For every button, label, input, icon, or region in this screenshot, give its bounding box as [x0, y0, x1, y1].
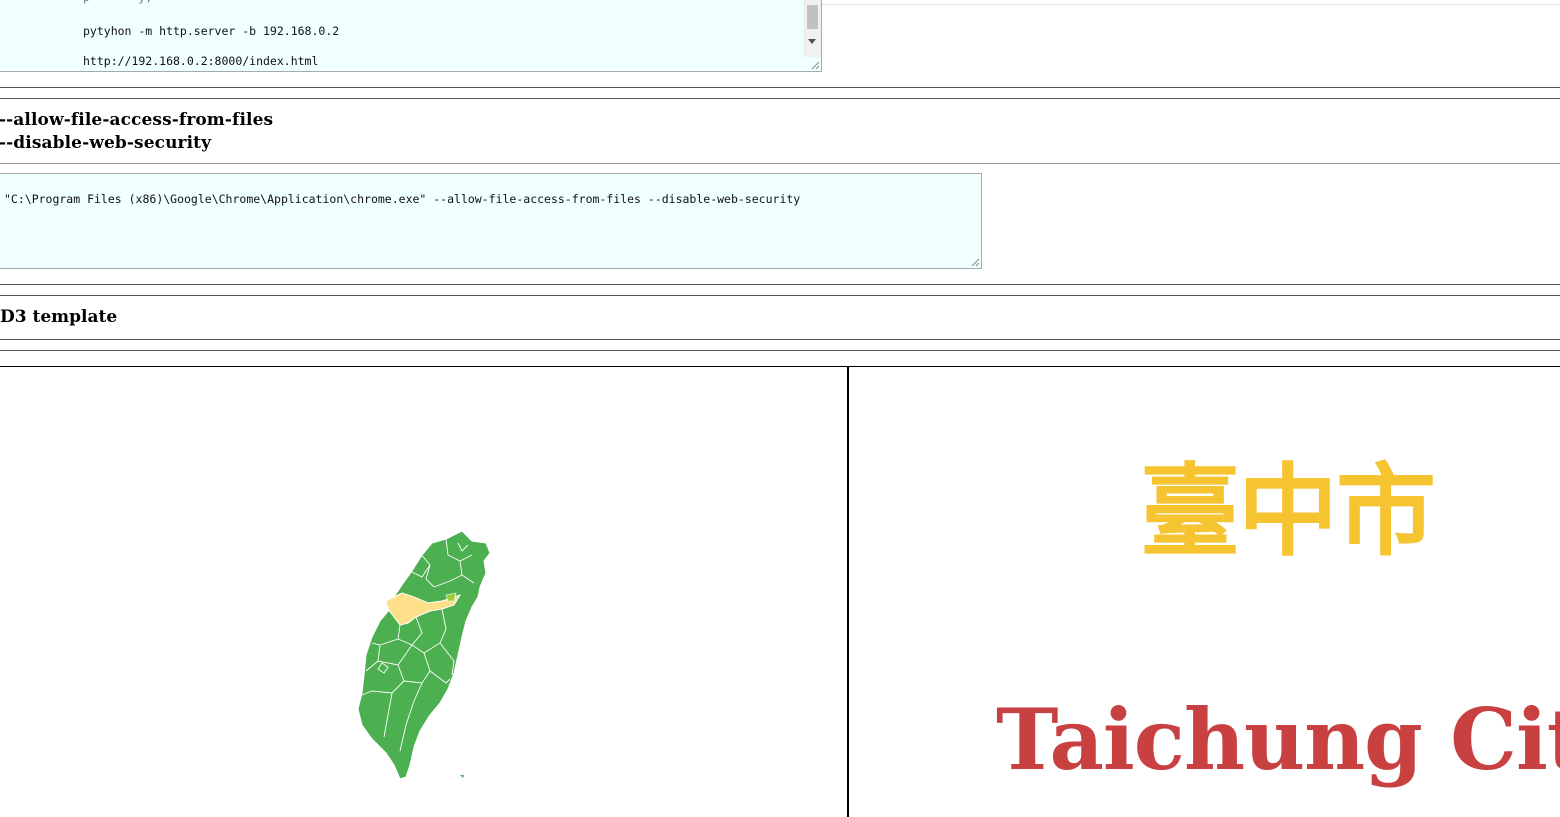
code-line: "C:\Program Files (x86)\Google\Chrome\Ap… [4, 192, 801, 206]
panel-separator [847, 367, 849, 817]
scrollbar-thumb[interactable] [807, 5, 818, 29]
map-region-main[interactable] [357, 530, 491, 780]
resize-grip-icon[interactable] [810, 60, 820, 70]
flag-disable-web-security: --disable-web-security [0, 133, 212, 153]
divider [0, 284, 1560, 285]
divider [0, 366, 1560, 367]
section-title: D3 template [0, 307, 118, 327]
divider [0, 350, 1560, 351]
clipped-line: p y, [83, 0, 152, 4]
divider [0, 163, 1560, 164]
city-name-english: Taichung City [996, 690, 1560, 789]
city-name-chinese: 臺中市 [1140, 452, 1436, 570]
divider [0, 98, 1560, 99]
scroll-down-arrow-icon[interactable] [808, 39, 816, 44]
map-region-islet[interactable] [460, 775, 464, 778]
taiwan-map [357, 530, 491, 780]
vertical-scrollbar[interactable] [804, 0, 821, 57]
divider [0, 87, 1560, 88]
chrome-command-textarea[interactable]: "C:\Program Files (x86)\Google\Chrome\Ap… [0, 173, 982, 269]
code-line: pytyhon -m http.server -b 192.168.0.2 [83, 24, 340, 38]
page: p y, pytyhon -m http.server -b 192.168.0… [0, 0, 1560, 817]
divider [0, 339, 1560, 340]
server-command-textarea[interactable]: p y, pytyhon -m http.server -b 192.168.0… [0, 0, 822, 72]
divider [0, 295, 1560, 296]
code-line: http://192.168.0.2:8000/index.html [83, 54, 319, 68]
resize-grip-icon[interactable] [970, 257, 980, 267]
flag-allow-file-access: --allow-file-access-from-files [0, 110, 274, 130]
